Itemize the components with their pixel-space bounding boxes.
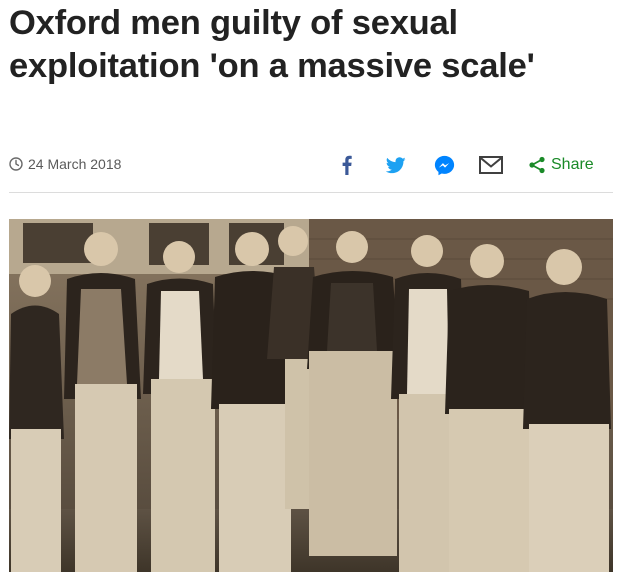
- group-photo-illustration: [9, 219, 613, 572]
- twitter-share-button[interactable]: [385, 153, 407, 177]
- article-photo[interactable]: [9, 219, 613, 572]
- twitter-icon: [386, 156, 406, 173]
- article-headline: Oxford men guilty of sexual exploitation…: [9, 4, 535, 85]
- email-icon: [479, 156, 503, 174]
- email-share-button[interactable]: [478, 153, 504, 177]
- share-button[interactable]: Share: [528, 153, 600, 177]
- meta-divider: [9, 192, 613, 193]
- share-toolbar: Share: [9, 150, 609, 180]
- article-page: Oxford men guilty of sexual exploitation…: [0, 0, 618, 572]
- article-meta-row: 24 March 2018 Share: [9, 150, 609, 180]
- messenger-share-button[interactable]: [432, 153, 456, 177]
- facebook-share-button[interactable]: [339, 153, 355, 177]
- share-icon: [529, 156, 545, 174]
- facebook-icon: [342, 155, 352, 175]
- messenger-icon: [434, 155, 454, 175]
- share-label: Share: [551, 156, 594, 173]
